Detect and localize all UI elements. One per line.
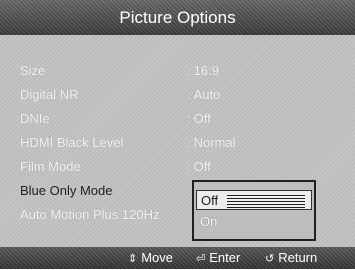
menu-item-size[interactable]: Size xyxy=(20,61,45,81)
menu-item-auto-motion-plus[interactable]: Auto Motion Plus 120Hz xyxy=(20,205,159,225)
menu-value-film-mode: : Off xyxy=(187,159,211,174)
menu-value-dnie: : Off xyxy=(187,111,211,126)
menu-value-digital-nr: : Auto xyxy=(187,87,221,102)
updown-arrow-icon: ⇕ xyxy=(128,252,138,265)
menu-item-hdmi-black-level[interactable]: HDMI Black Level xyxy=(20,133,123,153)
menu-value-size: :16:9 xyxy=(187,63,219,78)
enter-hint: ⏎ Enter xyxy=(196,250,241,265)
move-hint: ⇕ Move xyxy=(128,250,174,265)
selection-highlight-bar xyxy=(227,194,305,208)
return-icon: ↺ xyxy=(265,252,275,265)
menu-item-dnie[interactable]: DNIe xyxy=(20,109,50,129)
menu-value-hdmi-black-level: : Normal xyxy=(187,135,236,150)
menu-title: Picture Options xyxy=(0,0,355,35)
menu-item-film-mode[interactable]: Film Mode xyxy=(20,157,81,177)
dropdown-option-on[interactable]: On xyxy=(196,212,312,232)
navigation-hint-bar: ⇕ Move ⏎ Enter ↺ Return xyxy=(0,247,355,269)
enter-icon: ⏎ xyxy=(196,252,206,265)
menu-item-blue-only-mode[interactable]: Blue Only Mode xyxy=(20,181,113,201)
return-hint: ↺ Return xyxy=(265,250,318,265)
menu-item-digital-nr[interactable]: Digital NR xyxy=(20,85,79,105)
blue-only-mode-dropdown[interactable]: Off On xyxy=(192,180,316,241)
dropdown-option-off[interactable]: Off xyxy=(196,190,312,210)
